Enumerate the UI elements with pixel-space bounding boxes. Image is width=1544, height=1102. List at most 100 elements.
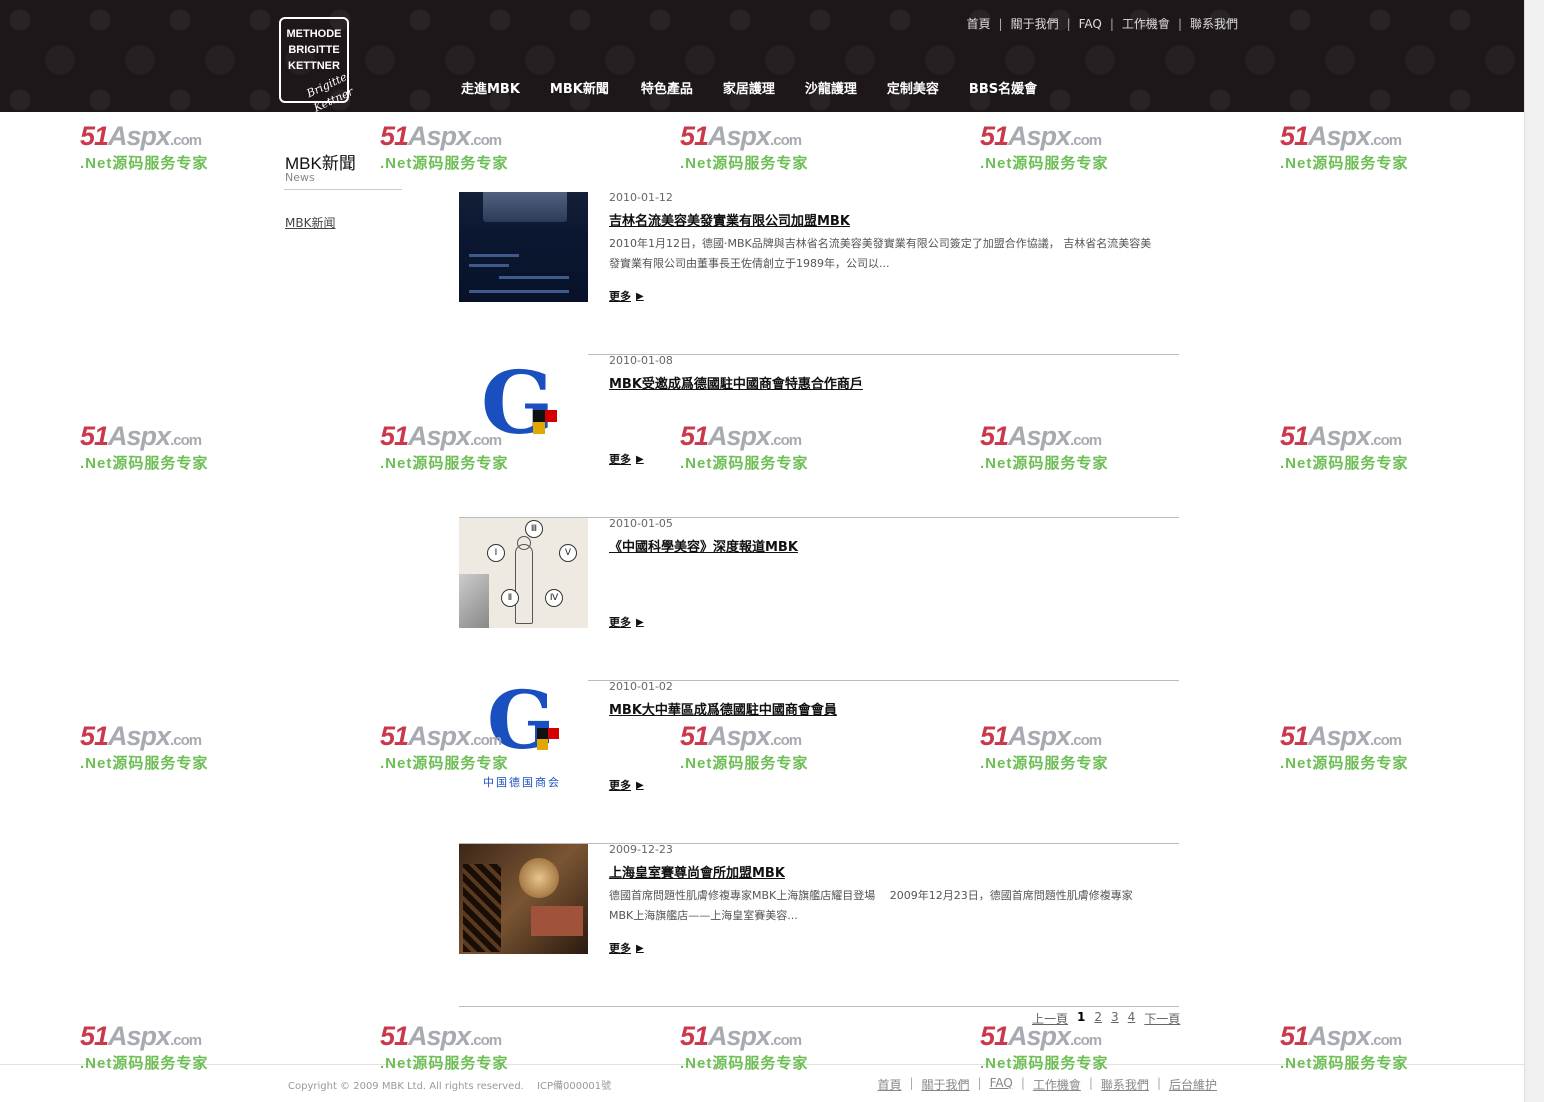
watermark-domain: .com [170,132,202,149]
watermark-domain: .com [770,132,802,149]
flag-red-square [545,410,557,422]
watermark-domain: .com [1370,1032,1402,1049]
mbk-logo[interactable]: METHODE BRIGITTE KETTNER Brigitte Kettne… [279,17,355,115]
watermark-brand-2: Aspx [108,721,171,751]
footer-link-jobs[interactable]: 工作機會 [1033,1076,1081,1093]
watermark: 51Aspx.com .Net源码服务专家 [1280,422,1420,473]
watermark-brand: 51 [80,721,109,751]
separator: | [1109,16,1114,31]
nav-item-about-mbk[interactable]: 走進MBK [461,78,520,97]
footer-link-contact[interactable]: 聯系我們 [1101,1076,1149,1093]
watermark-logo: 51Aspx.com [80,1022,220,1055]
more-link[interactable]: 更多 ▶ [609,940,644,956]
top-links: 首頁 | 關于我們 | FAQ | 工作機會 | 聯系我們 [967,15,1239,32]
flag-red-square [548,728,559,739]
body-figure-graphic [515,544,533,624]
watermark-domain: .com [1370,432,1402,449]
roman-numeral-badge: Ⅱ [501,589,519,607]
news-thumbnail[interactable]: G [459,354,588,464]
nav-item-custom-beauty[interactable]: 定制美容 [887,78,939,97]
site-header: METHODE BRIGITTE KETTNER Brigitte Kettne… [0,0,1524,115]
more-label: 更多 [609,453,631,466]
logo-signature: Brigitte Kettner [304,70,356,115]
watermark: 51Aspx.com .Net源码服务专家 [980,1022,1120,1073]
top-link-about[interactable]: 關于我們 [1011,15,1059,32]
watermark-brand: 51 [80,421,109,451]
pager-page[interactable]: 2 [1094,1010,1102,1027]
top-link-faq[interactable]: FAQ [1079,17,1102,31]
watermark-brand: 51 [980,1021,1009,1051]
nav-item-bbs[interactable]: BBS名媛會 [969,78,1037,97]
footer-divider [0,1064,1524,1065]
more-label: 更多 [609,616,631,629]
footer-link-faq[interactable]: FAQ [990,1076,1013,1093]
interior-light-graphic [519,858,559,898]
watermark-brand: 51 [1280,721,1309,751]
more-link[interactable]: 更多 ▶ [609,614,644,630]
watermark-tagline: .Net源码服务专家 [80,755,209,772]
watermark-brand: 51 [1280,121,1309,151]
watermark-logo: 51Aspx.com [80,722,220,755]
nav-item-mbk-news[interactable]: MBK新聞 [550,78,609,97]
news-title[interactable]: 上海皇室賽尊尚會所加盟MBK [609,862,785,881]
flag-gold-square [533,422,545,434]
pager-prev[interactable]: 上一頁 [1032,1010,1068,1027]
news-divider [459,1006,1179,1007]
watermark-brand-2: Aspx [1308,421,1371,451]
watermark-brand-2: Aspx [108,421,171,451]
news-thumbnail[interactable] [459,844,588,954]
news-item: G 中国德国商会 2010-01-02 MBK大中華區成爲德國駐中國商會會員 更… [459,680,1179,844]
news-title[interactable]: MBK大中華區成爲德國駐中國商會會員 [609,699,837,718]
footer-link-about[interactable]: 關于我們 [922,1076,970,1093]
footer-link-admin[interactable]: 后台維护 [1169,1076,1217,1093]
chevron-right-icon: ▶ [636,942,644,954]
news-title[interactable]: 吉林名流美容美發實業有限公司加盟MBK [609,210,850,229]
watermark: 51Aspx.com .Net源码服务专家 [80,422,220,473]
watermark-tagline: .Net源码服务专家 [1280,455,1409,472]
footer-link-home[interactable]: 首頁 [877,1076,901,1093]
news-thumbnail[interactable] [459,192,588,302]
screen-graphic [469,254,519,257]
sidebar-divider [284,189,402,190]
news-thumbnail[interactable]: Ⅲ Ⅰ Ⅴ Ⅱ Ⅳ [459,518,588,628]
news-summary: 德國首席問題性肌膚修複專家MBK上海旗艦店耀目登場 2009年12月23日，德國… [609,889,1133,922]
watermark-brand: 51 [380,721,409,751]
pager-next[interactable]: 下一頁 [1144,1010,1180,1027]
top-link-home[interactable]: 首頁 [967,15,991,32]
news-thumbnail[interactable]: G 中国德国商会 [459,680,588,790]
news-title[interactable]: 《中國科學美容》深度報道MBK [609,536,798,555]
more-link[interactable]: 更多 ▶ [609,451,644,467]
watermark-brand-2: Aspx [708,121,771,151]
watermark: 51Aspx.com .Net源码服务专家 [380,122,520,173]
more-link[interactable]: 更多 ▶ [609,288,644,304]
top-link-contact[interactable]: 聯系我們 [1190,15,1238,32]
more-label: 更多 [609,290,631,303]
nav-item-salon-care[interactable]: 沙龍護理 [805,78,857,97]
chevron-right-icon: ▶ [636,290,644,302]
separator: | [977,1076,982,1090]
news-date: 2010-01-05 [609,517,673,530]
vertical-scrollbar[interactable] [1524,0,1544,1102]
news-title[interactable]: MBK受邀成爲德國駐中國商會特惠合作商戶 [609,373,863,392]
nav-item-products[interactable]: 特色產品 [641,78,693,97]
watermark-brand: 51 [80,121,109,151]
top-link-jobs[interactable]: 工作機會 [1122,15,1170,32]
screen-graphic [499,276,569,279]
chevron-right-icon: ▶ [636,616,644,628]
nav-item-home-care[interactable]: 家居護理 [723,78,775,97]
sidebar-item-mbk-news[interactable]: MBK新闻 [285,214,335,231]
more-label: 更多 [609,779,631,792]
watermark-logo: 51Aspx.com [680,1022,820,1055]
screen-panel-graphic [463,864,501,952]
news-item: 2009-12-23 上海皇室賽尊尚會所加盟MBK 德國首席問題性肌膚修複專家M… [459,843,1179,1007]
separator: | [909,1076,914,1090]
pager-page[interactable]: 3 [1111,1010,1119,1027]
flag-black-square [537,728,548,739]
pager-page[interactable]: 4 [1128,1010,1136,1027]
screen-graphic [469,264,509,267]
watermark-brand-2: Aspx [408,1021,471,1051]
more-link[interactable]: 更多 ▶ [609,777,644,793]
watermark-domain: .com [770,1032,802,1049]
watermark: 51Aspx.com .Net源码服务专家 [980,122,1120,173]
main-nav: 走進MBK MBK新聞 特色產品 家居護理 沙龍護理 定制美容 BBS名媛會 [461,78,1067,97]
